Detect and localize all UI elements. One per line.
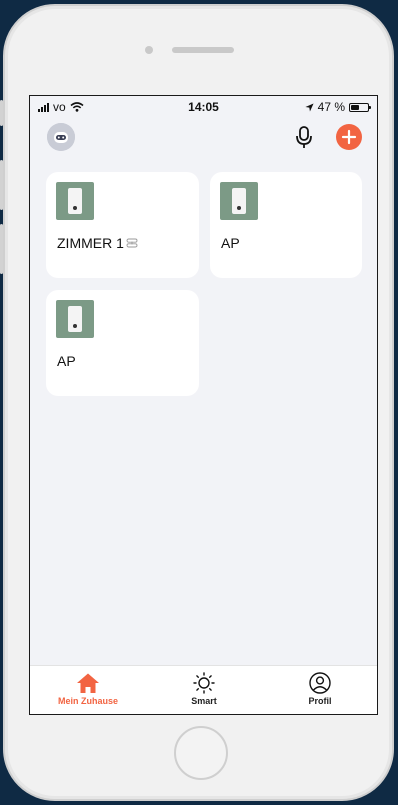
device-thumbnail — [220, 182, 258, 220]
device-thumbnail — [56, 300, 94, 338]
status-right: 47 % — [305, 100, 371, 114]
robot-avatar-icon[interactable] — [47, 123, 75, 151]
tab-smart[interactable]: Smart — [146, 666, 262, 714]
battery-icon — [349, 102, 371, 112]
device-name-label: AP — [221, 235, 240, 251]
profile-icon — [309, 672, 331, 694]
device-card-ap-2[interactable]: AP — [46, 290, 199, 396]
device-thumbnail — [56, 182, 94, 220]
app-screen: vo 14:05 47 % ZIMMER 1 AP AP Mein Zuhaus… — [29, 95, 378, 715]
battery-percent: 47 % — [317, 100, 345, 114]
front-camera — [145, 46, 153, 54]
tab-profil[interactable]: Profil — [262, 666, 377, 714]
home-button[interactable] — [174, 726, 228, 780]
earpiece-speaker — [172, 47, 234, 53]
device-name-label: AP — [57, 353, 76, 369]
link-icon — [126, 238, 138, 248]
location-arrow-icon — [305, 102, 314, 112]
tab-mein-zuhause[interactable]: Mein Zuhause — [30, 666, 146, 714]
sun-icon — [193, 672, 215, 694]
device-card-ap-1[interactable]: AP — [210, 172, 362, 278]
device-card-zimmer-1[interactable]: ZIMMER 1 — [46, 172, 199, 278]
device-name-label: ZIMMER 1 — [57, 235, 138, 251]
status-bar: vo 14:05 47 % — [30, 96, 377, 116]
bottom-tab-bar: Mein Zuhause Smart Profil — [30, 665, 377, 714]
plus-icon — [341, 129, 357, 145]
microphone-icon[interactable] — [292, 124, 316, 150]
home-icon — [77, 673, 99, 693]
add-device-button[interactable] — [336, 124, 362, 150]
